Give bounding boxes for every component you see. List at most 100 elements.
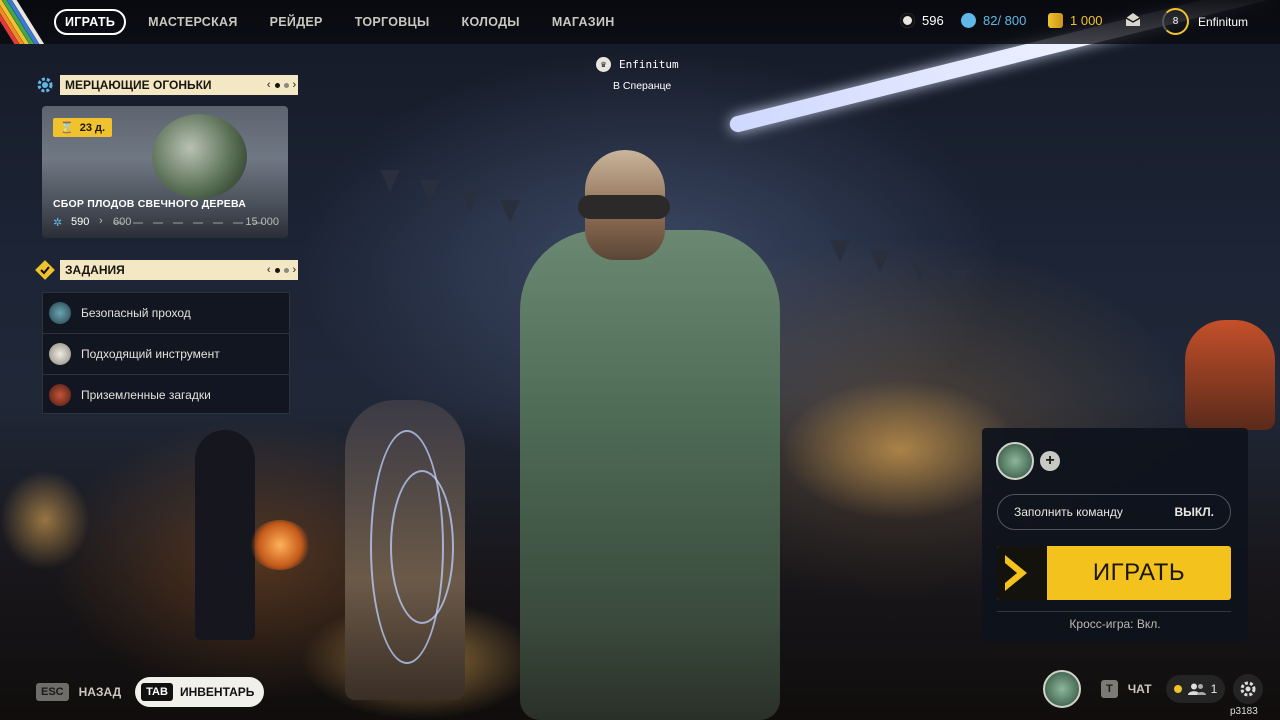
event-card[interactable]: ⌛ 23 д. СБОР ПЛОДОВ СВЕЧНОГО ДЕРЕВА ✲ 59… [42, 106, 288, 238]
friends-count: 1 [1210, 682, 1218, 696]
task-list: Безопасный проход Подходящий инструмент … [42, 292, 290, 414]
top-bar: ИГРАТЬ МАСТЕРСКАЯ РЕЙДЕР ТОРГОВЦЫ КОЛОДЫ… [0, 0, 1280, 44]
pennant [420, 180, 440, 202]
premium-value: 1 000 [1070, 13, 1103, 28]
level-badge: 8 [1162, 8, 1189, 35]
task-item[interactable]: Безопасный проход [43, 293, 289, 334]
task-giver-avatar [49, 384, 71, 406]
event-pager[interactable]: ‹ › [265, 75, 298, 95]
gear-icon [34, 74, 56, 96]
back-button[interactable]: НАЗАД [79, 685, 122, 699]
trader-character [1185, 320, 1275, 430]
gear-icon [1240, 681, 1256, 697]
chevron-right-icon: › [99, 215, 103, 227]
fill-team-label: Заполнить команду [1014, 505, 1123, 519]
chat-key[interactable]: T [1101, 680, 1118, 698]
inventory-button[interactable]: TAB ИНВЕНТАРЬ [135, 677, 265, 707]
candle-glow [0, 470, 90, 570]
esc-key[interactable]: ESC [36, 683, 69, 701]
progress-max: 15 000 [245, 216, 279, 228]
pennant [830, 240, 850, 262]
nav-decks[interactable]: КОЛОДЫ [462, 15, 520, 29]
nav-shop[interactable]: МАГАЗИН [552, 15, 615, 29]
task-icon [34, 259, 56, 281]
credits-icon [961, 13, 976, 28]
nav-traders[interactable]: ТОРГОВЦЫ [355, 15, 430, 29]
chevron-left-icon[interactable]: ‹ [267, 264, 271, 276]
gear-icon: ✲ [53, 217, 63, 229]
background-character [195, 430, 255, 640]
play-panel: + Заполнить команду ВЫКЛ. ИГРАТЬ Кросс-и… [982, 428, 1248, 642]
chevron-right-icon[interactable]: › [293, 79, 297, 91]
pennant [910, 260, 930, 282]
mail-icon [1125, 13, 1141, 26]
chat-button[interactable]: ЧАТ [1128, 682, 1152, 696]
profile-name: Enfinitum [1198, 14, 1249, 29]
task-item[interactable]: Приземленные загадки [43, 375, 289, 415]
play-button[interactable]: ИГРАТЬ [997, 546, 1231, 600]
nav-workshop[interactable]: МАСТЕРСКАЯ [148, 15, 238, 29]
task-label: Безопасный проход [81, 306, 191, 320]
currency-credits: 82/ 800 [961, 13, 1026, 28]
add-squad-member-button[interactable]: + [1040, 451, 1060, 471]
task-item[interactable]: Подходящий инструмент [43, 334, 289, 375]
settings-button[interactable] [1233, 674, 1264, 704]
inventory-label: ИНВЕНТАРЬ [179, 685, 255, 699]
tab-key: TAB [141, 683, 173, 701]
progress-current: 590 [71, 216, 90, 228]
pennant [870, 250, 890, 272]
player-avatar[interactable] [1043, 670, 1081, 708]
pager-dot [283, 82, 289, 88]
squad-member-avatar[interactable] [996, 442, 1034, 480]
fire-barrel [250, 520, 310, 570]
currency-coins: 596 [900, 13, 944, 28]
pager-dot [274, 267, 280, 273]
location-label: В Сперанце [613, 80, 672, 92]
pennant [500, 200, 520, 222]
task-label: Подходящий инструмент [81, 347, 220, 361]
nav-raider[interactable]: РЕЙДЕР [270, 15, 323, 29]
coin-icon [900, 13, 915, 28]
chevron-right-icon[interactable]: › [293, 264, 297, 276]
credits-value: 82/ 800 [983, 13, 1027, 28]
currency-premium: 1 000 [1048, 13, 1103, 28]
event-panel-title: МЕРЦАЮЩИЕ ОГОНЬКИ [60, 75, 265, 95]
friends-button[interactable]: 1 [1165, 675, 1226, 703]
pennant [380, 170, 400, 192]
task-giver-avatar [49, 343, 71, 365]
fill-team-toggle[interactable]: Заполнить команду ВЫКЛ. [997, 494, 1231, 530]
pager-dot [274, 82, 280, 88]
event-timer: ⌛ 23 д. [53, 118, 113, 137]
tasks-panel-header: ЗАДАНИЯ ‹ › [34, 260, 298, 280]
hourglass-icon: ⌛ [60, 122, 74, 134]
event-panel-header: МЕРЦАЮЩИЕ ОГОНЬКИ ‹ › [34, 75, 298, 95]
level-value: 8 [1172, 16, 1179, 27]
build-version: p3183 [1230, 706, 1258, 717]
progress-milestone: 600 [113, 216, 132, 228]
fill-team-value: ВЫКЛ. [1174, 505, 1215, 519]
premium-currency-icon [1048, 13, 1063, 28]
player-character-body [520, 230, 780, 720]
crown-icon: ♛ [596, 57, 611, 72]
bottom-left-hints: ESC НАЗАД TAB ИНВЕНТАРЬ [36, 677, 265, 707]
play-arrow-icon [997, 546, 1047, 600]
pager-dot [283, 267, 289, 273]
brand-stripes [0, 0, 48, 44]
chevron-left-icon[interactable]: ‹ [267, 79, 271, 91]
party-leader: ♛ Enfinitum [596, 57, 679, 72]
nav-play[interactable]: ИГРАТЬ [54, 9, 127, 35]
play-button-label: ИГРАТЬ [1092, 559, 1186, 586]
mail-button[interactable] [1124, 12, 1142, 28]
online-status-icon [1173, 685, 1182, 693]
party-leader-name: Enfinitum [619, 58, 679, 71]
bottom-right-controls: T ЧАТ 1 [1043, 670, 1264, 708]
main-nav: ИГРАТЬ МАСТЕРСКАЯ РЕЙДЕР ТОРГОВЦЫ КОЛОДЫ… [54, 9, 647, 35]
player-goggles [578, 195, 670, 219]
tasks-panel-title: ЗАДАНИЯ [60, 260, 265, 280]
tasks-pager[interactable]: ‹ › [265, 260, 298, 280]
event-timer-value: 23 д. [79, 121, 106, 134]
profile[interactable]: 8 Enfinitum [1162, 8, 1248, 35]
task-giver-avatar [49, 302, 71, 324]
light-wire [390, 470, 454, 624]
coins-value: 596 [922, 13, 944, 28]
